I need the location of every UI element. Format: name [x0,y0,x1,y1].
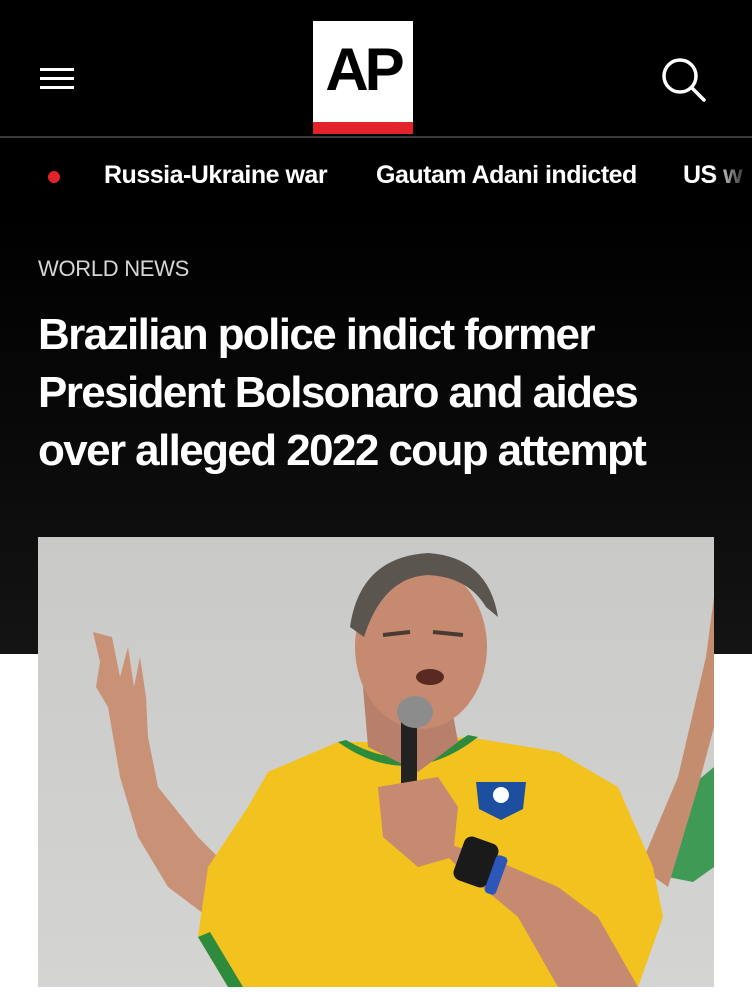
trending-link-gautam-adani-indicted[interactable]: Gautam Adani indicted [376,158,637,192]
logo-red-bar [313,122,413,134]
scroll-fade [712,138,752,214]
lead-photo[interactable] [38,537,714,987]
article-headline: Brazilian police indict former President… [38,310,647,475]
section-label[interactable]: WORLD NEWS [38,254,189,284]
search-icon[interactable] [658,54,710,106]
hamburger-menu-icon[interactable] [38,64,78,94]
ap-logo[interactable]: AP [313,21,413,134]
logo-text: AP [325,36,404,103]
site-header: AP [0,0,752,136]
trending-topics-bar: Russia-Ukraine war Gautam Adani indicted… [0,138,752,214]
live-dot-icon [48,171,60,183]
trending-link-russia-ukraine-war[interactable]: Russia-Ukraine war [104,158,328,192]
